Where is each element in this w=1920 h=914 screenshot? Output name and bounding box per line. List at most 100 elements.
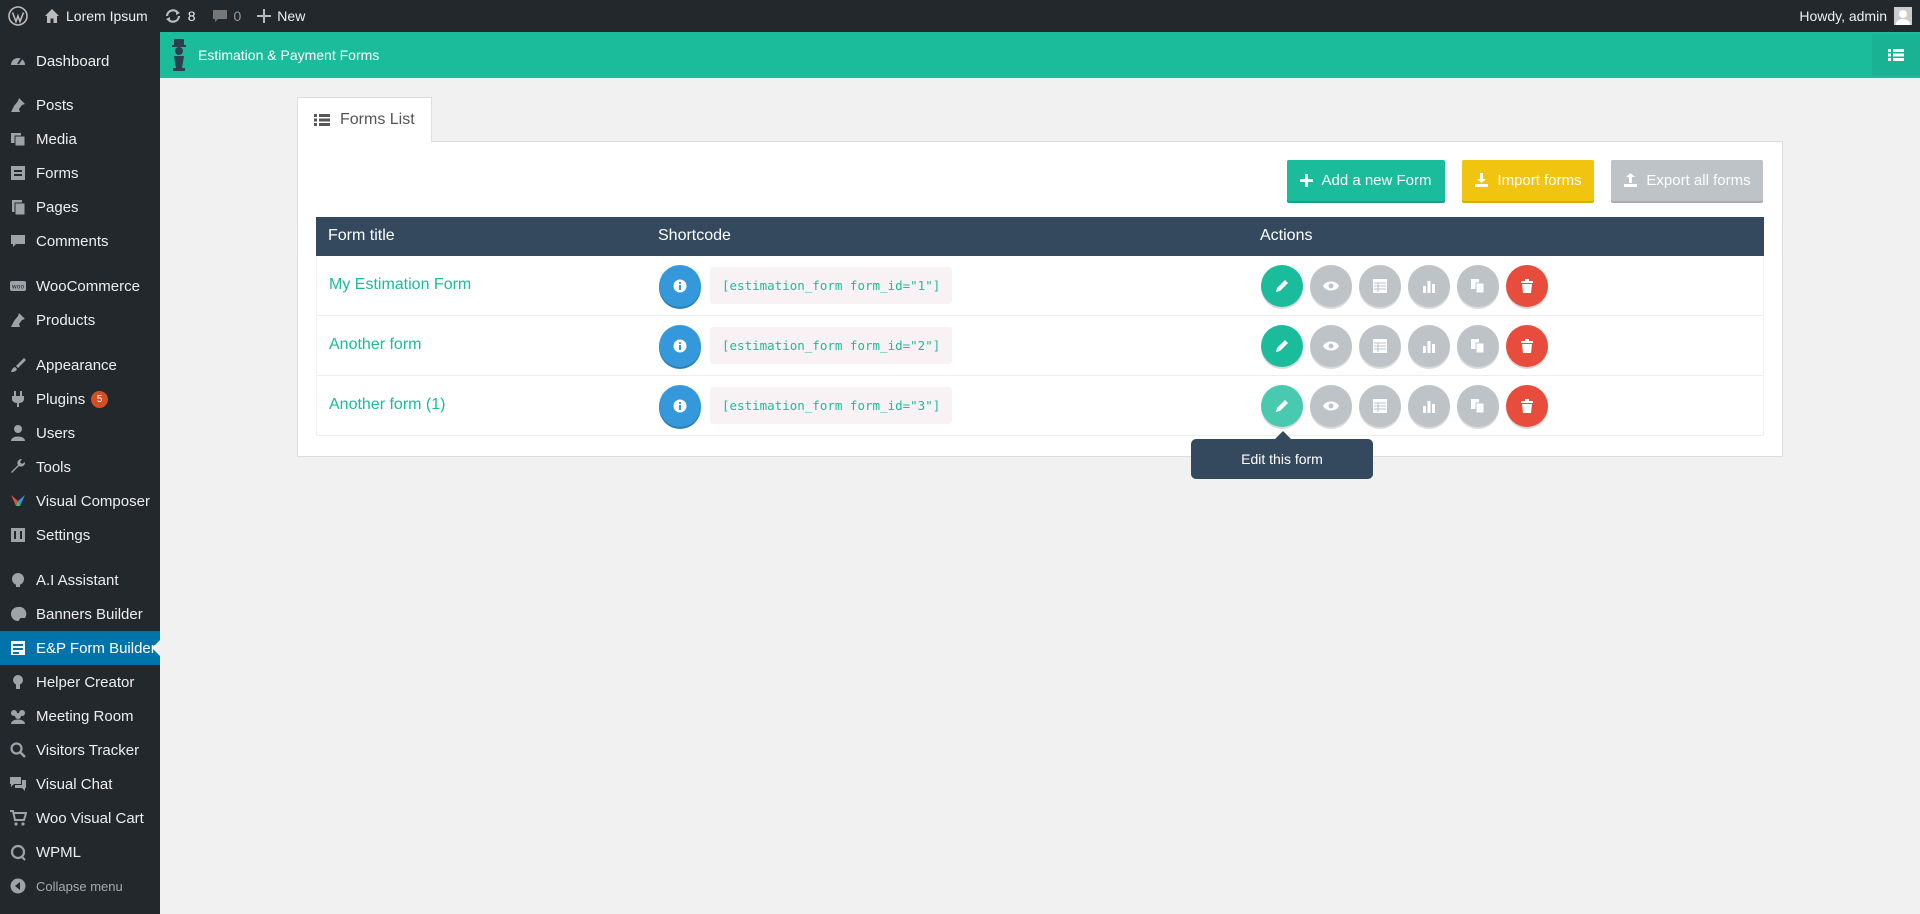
my-account-link[interactable]: Howdy, admin: [1799, 7, 1920, 25]
preview-form-button[interactable]: [1310, 385, 1352, 427]
form-logs-button[interactable]: [1359, 385, 1401, 427]
wordpress-logo-button[interactable]: [0, 0, 36, 32]
site-name-link[interactable]: Lorem Ipsum: [36, 0, 156, 32]
group-icon: [0, 707, 36, 725]
shortcode-info-button[interactable]: [659, 325, 701, 367]
plug-icon: [0, 390, 36, 408]
form-logs-button[interactable]: [1359, 325, 1401, 367]
sidebar-item-plugins[interactable]: Plugins 5: [0, 382, 160, 416]
form-statistics-button[interactable]: [1408, 325, 1450, 367]
lightbulb-icon: [0, 673, 36, 691]
svg-text:woo: woo: [12, 284, 25, 291]
delete-form-button[interactable]: [1506, 265, 1548, 307]
sidebar-item-tools[interactable]: Tools: [0, 450, 160, 484]
column-header-title: Form title: [328, 227, 395, 244]
trash-icon: [1521, 339, 1533, 353]
sidebar-item-comments[interactable]: Comments: [0, 224, 160, 258]
vc-icon: [0, 492, 36, 510]
sidebar-item-helper-creator[interactable]: Helper Creator: [0, 665, 160, 699]
sidebar-item-ep-form-builder[interactable]: E&P Form Builder: [0, 631, 160, 665]
wpml-icon: [0, 843, 36, 861]
import-forms-button[interactable]: Import forms: [1462, 160, 1594, 201]
updates-icon: [165, 9, 180, 23]
forms-panel: Add a new Form Import forms Export all f…: [297, 141, 1783, 457]
edit-form-button[interactable]: [1261, 325, 1303, 367]
info-icon: [673, 279, 687, 293]
howdy-text: Howdy, admin: [1799, 8, 1887, 24]
form-title-link[interactable]: Another form (1): [329, 396, 445, 414]
assistant-icon: [0, 571, 36, 589]
media-icon: [0, 130, 36, 148]
home-icon: [45, 9, 59, 23]
pencil-icon: [1276, 400, 1288, 412]
sidebar-item-settings[interactable]: Settings: [0, 518, 160, 552]
palette-icon: [0, 605, 36, 623]
plugin-menu-button[interactable]: [1872, 34, 1920, 76]
form-title-link[interactable]: My Estimation Form: [329, 276, 471, 294]
forms-icon: [0, 164, 36, 182]
sidebar-item-products[interactable]: Products: [0, 303, 160, 337]
pin-icon: [0, 311, 36, 329]
preview-form-button[interactable]: [1310, 265, 1352, 307]
trash-icon: [1521, 279, 1533, 293]
collapse-menu-button[interactable]: Collapse menu: [0, 869, 160, 903]
sidebar-item-forms[interactable]: Forms: [0, 156, 160, 190]
add-form-button[interactable]: Add a new Form: [1287, 160, 1445, 201]
sidebar-item-wpml[interactable]: WPML: [0, 835, 160, 869]
eye-icon: [1323, 341, 1339, 351]
edit-form-button[interactable]: [1261, 385, 1303, 427]
dashboard-icon: [0, 52, 36, 70]
table-row: My Estimation Form [estimation_form form…: [316, 256, 1764, 316]
tab-label: Forms List: [340, 111, 415, 128]
edit-form-button[interactable]: [1261, 265, 1303, 307]
chart-icon: [1423, 401, 1435, 413]
settings-icon: [0, 526, 36, 544]
plugin-header: Estimation & Payment Forms: [160, 32, 1920, 78]
sidebar-item-banners-builder[interactable]: Banners Builder: [0, 597, 160, 631]
export-icon: [1624, 173, 1638, 187]
sidebar-item-visitors-tracker[interactable]: Visitors Tracker: [0, 733, 160, 767]
shortcode-text[interactable]: [estimation_form form_id="3"]: [710, 387, 953, 424]
sidebar-item-ai-assistant[interactable]: A.I Assistant: [0, 563, 160, 597]
export-forms-button[interactable]: Export all forms: [1611, 160, 1763, 201]
duplicate-form-button[interactable]: [1457, 385, 1499, 427]
shortcode-info-button[interactable]: [659, 265, 701, 307]
brush-icon: [0, 356, 36, 374]
sidebar-item-dashboard[interactable]: Dashboard: [0, 44, 160, 78]
delete-form-button[interactable]: [1506, 385, 1548, 427]
sidebar-item-users[interactable]: Users: [0, 416, 160, 450]
form-title-link[interactable]: Another form: [329, 336, 421, 354]
sidebar-item-meeting-room[interactable]: Meeting Room: [0, 699, 160, 733]
sidebar-item-pages[interactable]: Pages: [0, 190, 160, 224]
sidebar-item-appearance[interactable]: Appearance: [0, 348, 160, 382]
sidebar-item-media[interactable]: Media: [0, 122, 160, 156]
shortcode-text[interactable]: [estimation_form form_id="1"]: [710, 267, 953, 304]
tab-forms-list[interactable]: Forms List: [297, 97, 432, 142]
forms-table: Form title Shortcode Actions My Estimati…: [316, 217, 1764, 436]
duplicate-form-button[interactable]: [1457, 265, 1499, 307]
sidebar-item-woo-visual-cart[interactable]: Woo Visual Cart: [0, 801, 160, 835]
sidebar-item-woocommerce[interactable]: woo WooCommerce: [0, 269, 160, 303]
sidebar-item-visual-composer[interactable]: Visual Composer: [0, 484, 160, 518]
duplicate-form-button[interactable]: [1457, 325, 1499, 367]
row-actions: [1261, 325, 1555, 367]
row-actions: [1261, 385, 1555, 427]
form-logs-button[interactable]: [1359, 265, 1401, 307]
site-name: Lorem Ipsum: [66, 8, 148, 24]
plus-icon: [1300, 174, 1314, 187]
form-statistics-button[interactable]: [1408, 265, 1450, 307]
shortcode-info-button[interactable]: [659, 385, 701, 427]
delete-form-button[interactable]: [1506, 325, 1548, 367]
column-header-shortcode: Shortcode: [658, 227, 731, 244]
sidebar-item-visual-chat[interactable]: Visual Chat: [0, 767, 160, 801]
updates-link[interactable]: 8: [156, 0, 204, 32]
tooltip-text: Edit this form: [1241, 451, 1323, 467]
form-statistics-button[interactable]: [1408, 385, 1450, 427]
sidebar-item-posts[interactable]: Posts: [0, 88, 160, 122]
comments-link[interactable]: 0: [204, 0, 250, 32]
updates-count: 8: [187, 8, 196, 24]
user-icon: [0, 424, 36, 442]
preview-form-button[interactable]: [1310, 325, 1352, 367]
new-content-link[interactable]: New: [249, 0, 313, 32]
shortcode-text[interactable]: [estimation_form form_id="2"]: [710, 327, 953, 364]
